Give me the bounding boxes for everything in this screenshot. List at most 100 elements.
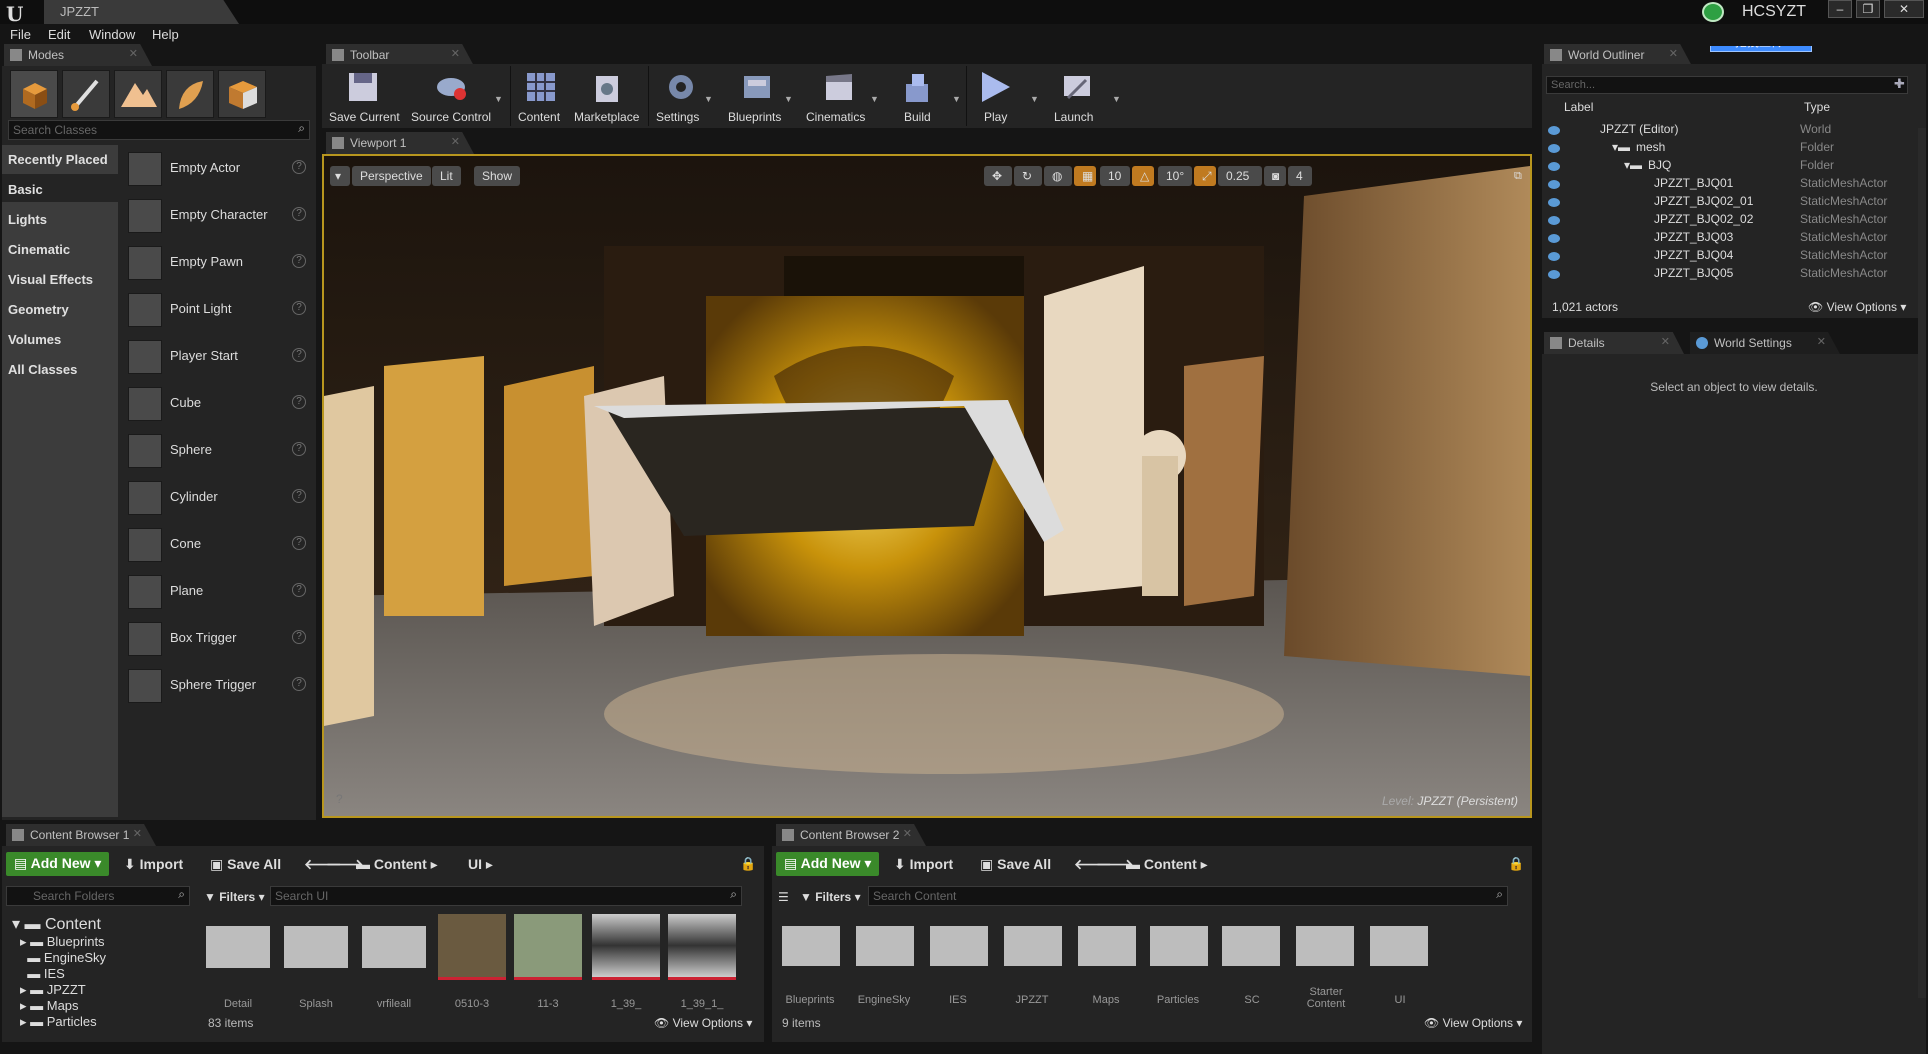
help-icon[interactable]: ? xyxy=(292,677,306,691)
source-control-dropdown-icon[interactable]: ▼ xyxy=(494,94,503,104)
cinematics-dropdown-icon[interactable]: ▼ xyxy=(870,94,879,104)
tree-item[interactable]: ▸ ▬ Particles xyxy=(20,1014,97,1030)
outliner-row[interactable]: ▾▬ BJQ Folder xyxy=(1542,158,1914,176)
category-cinematic[interactable]: Cinematic xyxy=(8,242,70,257)
save-all-button[interactable]: ▣ Save All xyxy=(980,856,1051,873)
actor-cone[interactable]: Cone? xyxy=(126,524,316,568)
search-classes-input[interactable]: Search Classes ⌕ xyxy=(8,120,310,140)
close-icon[interactable]: ✕ xyxy=(1669,47,1678,60)
column-label[interactable]: Label xyxy=(1564,100,1593,114)
lit-button[interactable]: Lit xyxy=(432,166,461,186)
texture-thumbnail[interactable] xyxy=(592,914,660,980)
show-button[interactable]: Show xyxy=(474,166,521,186)
tree-item[interactable]: ▬ IES xyxy=(20,966,65,981)
outliner-row[interactable]: JPZZT_BJQ02_02 StaticMeshActor xyxy=(1542,212,1914,230)
menu-edit[interactable]: Edit xyxy=(48,27,70,42)
foliage-mode-button[interactable] xyxy=(166,70,214,118)
rotation-snap-icon[interactable]: △ xyxy=(1132,166,1154,186)
actor-sphere[interactable]: Sphere? xyxy=(126,430,316,474)
sources-toggle-icon[interactable]: ☰ xyxy=(778,890,789,904)
category-all-classes[interactable]: All Classes xyxy=(8,362,77,377)
view-options-button[interactable]: 👁 View Options ▾ xyxy=(1424,1016,1522,1030)
path-content[interactable]: ▬ Content ▸ xyxy=(356,856,438,873)
view-options-button[interactable]: 👁 View Options ▾ xyxy=(654,1016,752,1030)
help-icon[interactable]: ? xyxy=(292,630,306,644)
path-content[interactable]: ▬ Content ▸ xyxy=(1126,856,1208,873)
path-ui[interactable]: UI ▸ xyxy=(468,856,493,873)
actor-sphere-trigger[interactable]: Sphere Trigger? xyxy=(126,665,316,709)
folder-icon[interactable] xyxy=(284,926,348,968)
cinematics-button[interactable]: Cinematics xyxy=(804,66,876,126)
tab-viewport-1[interactable]: Viewport 1 ✕ xyxy=(326,132,474,154)
folder-icon[interactable] xyxy=(1078,926,1136,966)
help-icon[interactable]: ? xyxy=(292,301,306,315)
lock-icon[interactable]: 🔒 xyxy=(740,856,756,872)
help-icon[interactable]: ? xyxy=(292,442,306,456)
camera-speed-icon[interactable]: ◙ xyxy=(1264,166,1286,186)
folder-icon[interactable] xyxy=(1296,926,1354,966)
help-icon[interactable]: ? xyxy=(292,583,306,597)
category-recently-placed[interactable]: Recently Placed xyxy=(8,152,108,167)
visibility-eye-icon[interactable] xyxy=(1548,270,1560,279)
lock-icon[interactable]: 🔒 xyxy=(1508,856,1524,872)
filters-button[interactable]: ▼ Filters ▾ xyxy=(800,890,861,904)
save-all-button[interactable]: ▣ Save All xyxy=(210,856,281,873)
actor-empty-pawn[interactable]: Empty Pawn? xyxy=(126,242,316,286)
folder-icon[interactable] xyxy=(1222,926,1280,966)
blueprints-dropdown-icon[interactable]: ▼ xyxy=(784,94,793,104)
folder-icon[interactable] xyxy=(1370,926,1428,966)
actor-empty-character[interactable]: Empty Character? xyxy=(126,195,316,239)
texture-thumbnail[interactable] xyxy=(668,914,736,980)
menu-window[interactable]: Window xyxy=(89,27,135,42)
landscape-mode-button[interactable] xyxy=(114,70,162,118)
tab-world-outliner[interactable]: World Outliner ✕ xyxy=(1544,44,1692,66)
import-button[interactable]: ⬇ Import xyxy=(124,856,183,873)
folder-icon[interactable] xyxy=(362,926,426,968)
window-title-tab[interactable]: JPZZT xyxy=(44,0,239,24)
place-mode-button[interactable] xyxy=(10,70,58,118)
outliner-row[interactable]: JPZZT_BJQ03 StaticMeshActor xyxy=(1542,230,1914,248)
texture-thumbnail[interactable] xyxy=(514,914,582,980)
tab-content-browser-2[interactable]: Content Browser 2 ✕ xyxy=(776,824,926,846)
settings-button[interactable]: Settings xyxy=(654,66,710,126)
close-icon[interactable]: ✕ xyxy=(133,827,142,840)
tree-item[interactable]: ▸ ▬ JPZZT xyxy=(20,982,86,998)
outliner-row[interactable]: JPZZT_BJQ05 StaticMeshActor xyxy=(1542,266,1914,284)
close-icon[interactable]: ✕ xyxy=(903,827,912,840)
grid-snap-icon[interactable]: ▦ xyxy=(1074,166,1096,186)
maximize-button[interactable]: ❐ xyxy=(1856,0,1880,18)
tree-item[interactable]: ▸ ▬ Maps xyxy=(20,998,79,1014)
outliner-search-input[interactable]: Search... ⌕ xyxy=(1546,76,1908,94)
play-dropdown-icon[interactable]: ▼ xyxy=(1030,94,1039,104)
outliner-row[interactable]: JPZZT_BJQ01 StaticMeshActor xyxy=(1542,176,1914,194)
menu-help[interactable]: Help xyxy=(152,27,179,42)
visibility-eye-icon[interactable] xyxy=(1548,180,1560,189)
close-icon[interactable]: ✕ xyxy=(451,47,460,60)
settings-dropdown-icon[interactable]: ▼ xyxy=(704,94,713,104)
category-volumes[interactable]: Volumes xyxy=(8,332,61,347)
category-geometry[interactable]: Geometry xyxy=(8,302,69,317)
source-control-button[interactable]: Source Control xyxy=(408,66,498,126)
close-icon[interactable]: ✕ xyxy=(451,135,460,148)
close-icon[interactable]: ✕ xyxy=(1817,335,1826,348)
outliner-row[interactable]: ▾▬ mesh Folder xyxy=(1542,140,1914,158)
close-button[interactable]: ✕ xyxy=(1884,0,1924,18)
blueprints-button[interactable]: Blueprints xyxy=(726,66,790,126)
actor-empty-actor[interactable]: Empty Actor? xyxy=(126,148,316,192)
rotate-tool-icon[interactable]: ↻ xyxy=(1014,166,1042,186)
help-icon[interactable]: ? xyxy=(292,536,306,550)
viewport-help-icon[interactable]: ? xyxy=(336,792,343,806)
actor-plane[interactable]: Plane? xyxy=(126,571,316,615)
outliner-row[interactable]: JPZZT_BJQ04 StaticMeshActor xyxy=(1542,248,1914,266)
category-lights[interactable]: Lights xyxy=(8,212,47,227)
folder-icon[interactable] xyxy=(930,926,988,966)
help-icon[interactable]: ? xyxy=(292,395,306,409)
close-icon[interactable]: ✕ xyxy=(1661,335,1670,348)
folder-icon[interactable] xyxy=(1150,926,1208,966)
texture-thumbnail[interactable] xyxy=(438,914,506,980)
tree-item[interactable]: ▬ EngineSky xyxy=(20,950,106,965)
tab-world-settings[interactable]: World Settings ✕ xyxy=(1690,332,1840,354)
visibility-eye-icon[interactable] xyxy=(1548,252,1560,261)
visibility-eye-icon[interactable] xyxy=(1548,144,1560,153)
outliner-row[interactable]: JPZZT (Editor) World xyxy=(1542,122,1914,140)
